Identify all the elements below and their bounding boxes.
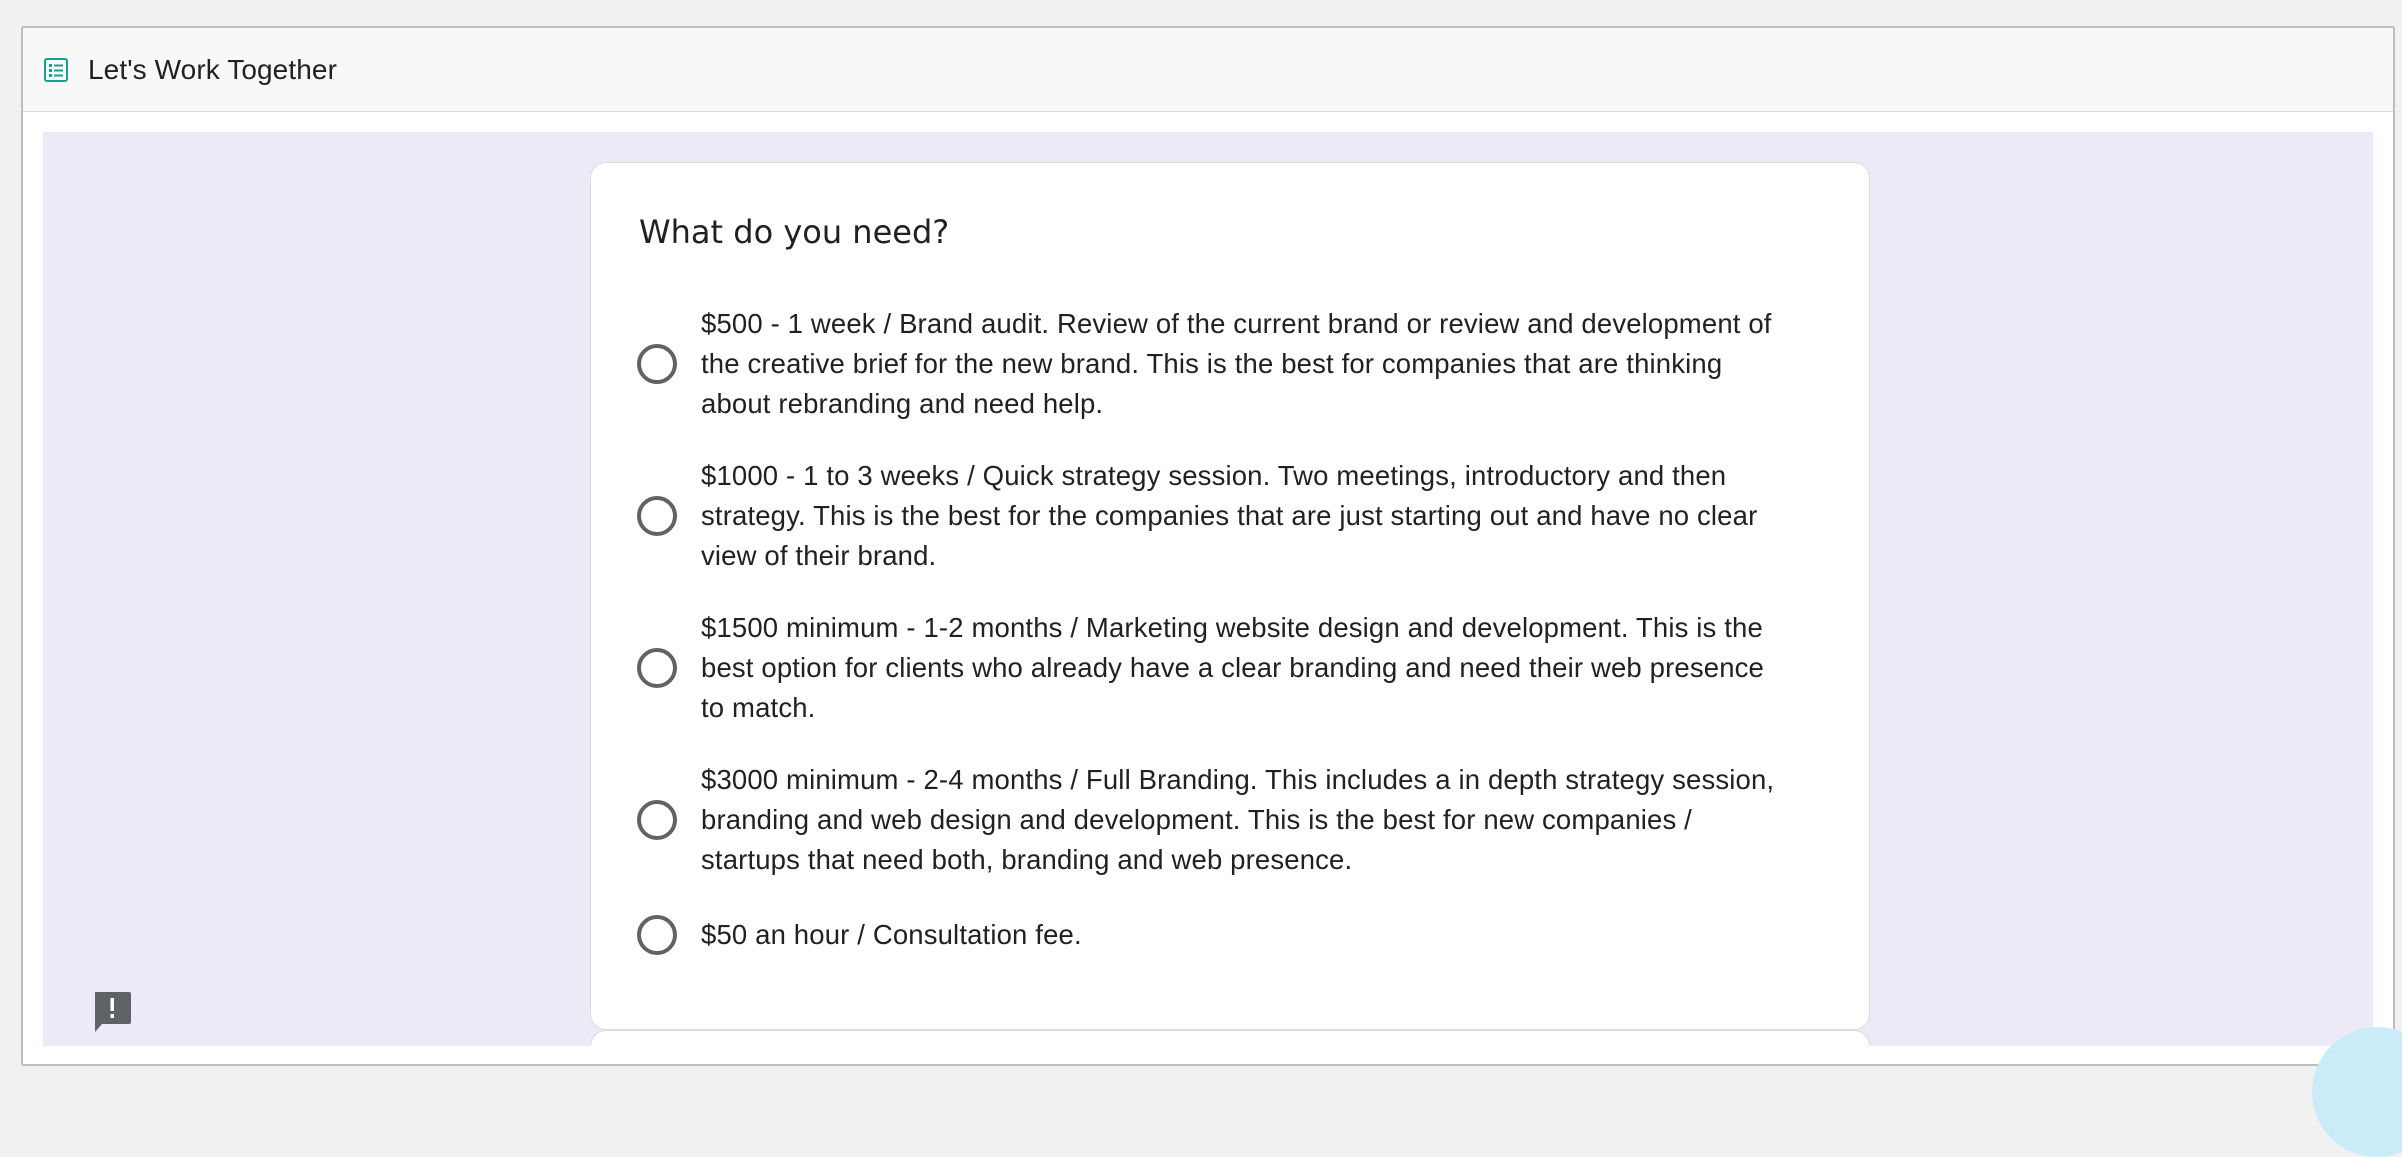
option-website-design[interactable]: $1500 minimum - 1-2 months / Marketing w… (637, 608, 1837, 728)
option-label[interactable]: $1500 minimum - 1-2 months / Marketing w… (701, 608, 1791, 728)
option-full-branding[interactable]: $3000 minimum - 2-4 months / Full Brandi… (637, 760, 1837, 880)
question-card: What do you need? $500 - 1 week / Brand … (590, 162, 1870, 1030)
form-content[interactable]: What do you need? $500 - 1 week / Brand … (43, 132, 2373, 1046)
form-icon (43, 57, 69, 83)
option-brand-audit[interactable]: $500 - 1 week / Brand audit. Review of t… (637, 304, 1837, 424)
option-strategy-session[interactable]: $1000 - 1 to 3 weeks / Quick strategy se… (637, 456, 1837, 576)
option-label[interactable]: $3000 minimum - 2-4 months / Full Brandi… (701, 760, 1791, 880)
radio-button[interactable] (637, 496, 677, 536)
next-question-card (590, 1030, 1870, 1046)
option-label[interactable]: $500 - 1 week / Brand audit. Review of t… (701, 304, 1791, 424)
option-label[interactable]: $1000 - 1 to 3 weeks / Quick strategy se… (701, 456, 1791, 576)
report-feedback-icon[interactable] (92, 990, 132, 1034)
option-label[interactable]: $50 an hour / Consultation fee. (701, 915, 1791, 955)
radio-button[interactable] (637, 800, 677, 840)
radio-button[interactable] (637, 915, 677, 955)
window-titlebar: Let's Work Together (23, 28, 2393, 112)
question-title: What do you need? (639, 213, 949, 251)
radio-button[interactable] (637, 344, 677, 384)
radio-button[interactable] (637, 648, 677, 688)
window-title: Let's Work Together (88, 54, 337, 86)
form-window: Let's Work Together What do you need? $5… (21, 26, 2395, 1066)
option-consultation[interactable]: $50 an hour / Consultation fee. (637, 915, 1837, 955)
